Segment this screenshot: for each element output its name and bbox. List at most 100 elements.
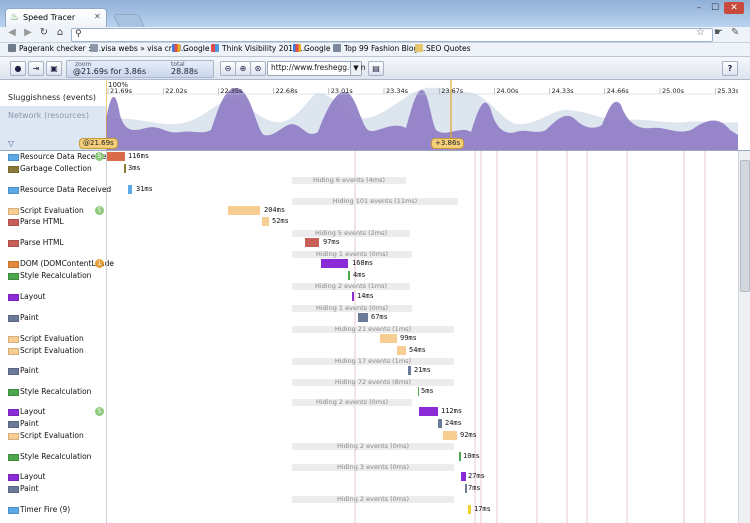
event-label: Parse HTML: [20, 217, 64, 226]
close-window-button[interactable]: ✕: [724, 2, 744, 14]
close-tab-icon[interactable]: ✕: [94, 12, 101, 21]
event-duration-bar[interactable]: [419, 407, 438, 416]
wrench-menu-icon[interactable]: ✎: [731, 27, 739, 38]
event-duration-bar[interactable]: [443, 431, 457, 440]
reload-icon[interactable]: ↻: [38, 27, 50, 38]
event-duration-bar[interactable]: [418, 387, 419, 396]
event-color-swatch: [8, 154, 19, 161]
event-row[interactable]: Parse HTML 97ms: [0, 237, 738, 248]
event-duration: 27ms: [468, 472, 485, 480]
tab-speed-tracer[interactable]: ♨ Speed Tracer ✕: [5, 8, 107, 28]
child-count-badge[interactable]: 5: [95, 407, 104, 416]
event-duration-bar[interactable]: [262, 217, 269, 226]
bookmark-folder[interactable]: SEO Quotes: [415, 44, 471, 53]
event-row[interactable]: DOM (DOMContentLoade 1 168ms: [0, 258, 738, 269]
back-arrow-icon[interactable]: ◀: [6, 27, 18, 38]
event-duration-bar[interactable]: [358, 313, 368, 322]
star-bookmark-icon[interactable]: ☆: [696, 27, 705, 38]
event-row[interactable]: Script Evaluation 54ms: [0, 345, 738, 356]
event-color-swatch: [8, 348, 19, 355]
event-row[interactable]: Style Recalculation 10ms: [0, 451, 738, 462]
hidden-events-row[interactable]: Hiding 2 events (0ms): [106, 494, 738, 504]
event-duration-bar[interactable]: [468, 505, 471, 514]
home-icon[interactable]: ⌂: [54, 27, 66, 38]
hidden-events-label: Hiding 2 events (0ms): [292, 496, 454, 503]
hidden-events-label: Hiding 72 events (8ms): [292, 379, 454, 386]
event-duration-bar[interactable]: [124, 164, 126, 173]
hidden-events-label: Hiding 1 events (0ms): [292, 251, 412, 258]
event-duration: 67ms: [371, 313, 388, 321]
page-url-select[interactable]: http://www.freshegg.com ▼: [267, 61, 365, 76]
minimize-button[interactable]: –: [692, 2, 706, 14]
maximize-button[interactable]: ☐: [708, 2, 722, 14]
address-bar[interactable]: ⚲: [71, 28, 713, 42]
scrollbar-thumb[interactable]: [740, 160, 750, 292]
event-duration-bar[interactable]: [128, 185, 132, 194]
event-row[interactable]: Layout 14ms: [0, 291, 738, 302]
event-color-swatch: [8, 208, 19, 215]
bookmark-item[interactable]: Google: [293, 44, 330, 53]
overview-graph[interactable]: 21.69s 22.02s 22.35s 22.68s 23.01s 23.34s 23.6…: [106, 80, 738, 150]
event-duration-bar[interactable]: [228, 206, 260, 215]
tick-label: 23.34s: [386, 87, 409, 95]
child-count-badge[interactable]: 5: [95, 152, 104, 161]
event-row[interactable]: Timer Fire (9) 17ms: [0, 504, 738, 515]
event-row[interactable]: Paint 7ms: [0, 483, 738, 494]
event-duration-bar[interactable]: [438, 419, 442, 428]
event-duration: 5ms: [421, 387, 434, 395]
event-color-swatch: [8, 240, 19, 247]
page-info-button[interactable]: ▤: [368, 61, 384, 76]
event-row[interactable]: Resource Data Received 31ms: [0, 184, 738, 195]
zoom-out-button[interactable]: ⊖: [220, 61, 236, 76]
event-duration-bar[interactable]: [321, 259, 348, 268]
sluggishness-row[interactable]: Sluggishness (events): [0, 88, 106, 106]
event-duration-bar[interactable]: [352, 292, 354, 301]
extension-icon[interactable]: ☛: [714, 27, 723, 38]
event-color-swatch: [8, 336, 19, 343]
selection-end-label[interactable]: +3.86s: [431, 138, 465, 149]
record-button[interactable]: ●: [10, 61, 26, 76]
bookmark-item[interactable]: Top 99 Fashion Blog...: [333, 44, 425, 53]
event-row[interactable]: Script Evaluation 92ms: [0, 430, 738, 441]
event-duration: 3ms: [128, 164, 141, 172]
event-row[interactable]: Script Evaluation 5 204ms: [0, 205, 738, 216]
new-tab-button[interactable]: [112, 14, 146, 28]
save-button[interactable]: ▣: [46, 61, 62, 76]
event-row[interactable]: Layout 27ms: [0, 471, 738, 482]
event-row[interactable]: Paint 21ms: [0, 365, 738, 376]
bookmark-item[interactable]: Google: [172, 44, 209, 53]
event-row[interactable]: Script Evaluation 99ms: [0, 333, 738, 344]
event-duration-bar[interactable]: [348, 271, 350, 280]
selection-start-label[interactable]: @21.69s: [79, 138, 118, 149]
event-row[interactable]: Style Recalculation 5ms: [0, 386, 738, 397]
filter-icon[interactable]: ▽: [8, 139, 14, 148]
hidden-events-label: Hiding 2 events (1ms): [292, 283, 410, 290]
hidden-events-label: Hiding 6 events (4ms): [292, 177, 406, 184]
child-count-badge[interactable]: 5: [95, 206, 104, 215]
zoom-in-button[interactable]: ⊕: [235, 61, 251, 76]
event-row[interactable]: Garbage Collection 3ms: [0, 163, 738, 174]
event-duration-bar[interactable]: [461, 472, 466, 481]
event-duration-bar[interactable]: [107, 152, 125, 161]
event-row[interactable]: Resource Data Received 5 116ms: [0, 151, 738, 162]
event-duration-bar[interactable]: [459, 452, 461, 461]
hidden-events-row[interactable]: Hiding 2 events (1ms): [106, 281, 738, 291]
event-duration-bar[interactable]: [408, 366, 411, 375]
event-row[interactable]: Paint 24ms: [0, 418, 738, 429]
child-count-badge[interactable]: 1: [95, 259, 104, 268]
event-duration-bar[interactable]: [397, 346, 406, 355]
zoom-all-button[interactable]: ⊛: [250, 61, 266, 76]
clear-button[interactable]: ⇥: [28, 61, 44, 76]
event-duration-bar[interactable]: [305, 238, 319, 247]
event-color-swatch: [8, 454, 19, 461]
hidden-events-row[interactable]: Hiding 2 events (0ms): [106, 441, 738, 451]
event-row[interactable]: Paint 67ms: [0, 312, 738, 323]
event-row[interactable]: Parse HTML 52ms: [0, 216, 738, 227]
event-row[interactable]: Style Recalculation 4ms: [0, 270, 738, 281]
help-button[interactable]: ?: [722, 61, 738, 76]
event-row[interactable]: Layout 5 112ms: [0, 406, 738, 417]
event-duration-bar[interactable]: [465, 484, 467, 493]
forward-arrow-icon[interactable]: ▶: [22, 27, 34, 38]
event-duration-bar[interactable]: [380, 334, 397, 343]
tick-label: 23.67s: [441, 87, 464, 95]
